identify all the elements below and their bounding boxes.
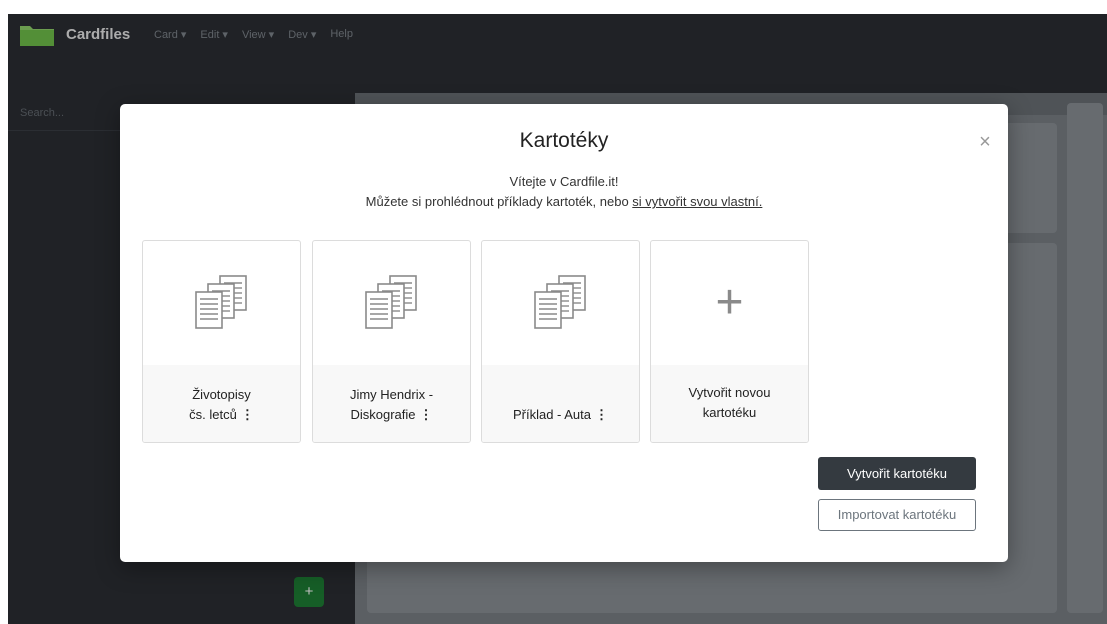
card-label-area: Příklad - Auta ⋮	[482, 365, 639, 442]
cardfiles-modal: Kartotéky × Vítejte v Cardfile.it! Můžet…	[120, 104, 1008, 562]
kebab-menu-icon[interactable]: ⋮	[241, 407, 254, 422]
card-label-area: Životopisy čs. letců ⋮	[143, 365, 300, 442]
modal-title: Kartotéky	[519, 129, 609, 152]
cardfile-card-zivotopisy[interactable]: Životopisy čs. letců ⋮	[142, 240, 301, 443]
card-title: Vytvořit novou	[688, 385, 771, 400]
create-cardfile-button[interactable]: Vytvořit kartotéku	[818, 457, 976, 490]
cardfile-card-auta[interactable]: Příklad - Auta ⋮	[481, 240, 640, 443]
import-cardfile-button[interactable]: Importovat kartotéku	[818, 499, 976, 531]
welcome-text: Vítejte v Cardfile.it! Můžete si prohléd…	[120, 172, 1008, 212]
welcome-line-1: Vítejte v Cardfile.it!	[509, 174, 619, 189]
document-stack-icon	[364, 275, 417, 329]
document-stack-icon	[194, 275, 247, 329]
card-icon-area	[313, 241, 470, 365]
document-stack-icon	[533, 275, 586, 329]
card-title-line: Příklad - Auta ⋮	[482, 405, 639, 425]
create-cardfile-card[interactable]: + Vytvořit novou kartotéku	[650, 240, 809, 443]
plus-icon: +	[715, 276, 744, 329]
card-title-text: čs. letců	[189, 407, 237, 422]
welcome-line-2: Můžete si prohlédnout příklady kartoték,…	[120, 192, 1008, 212]
cardfile-card-hendrix[interactable]: Jimy Hendrix - Diskografie ⋮	[312, 240, 471, 443]
card-title: Jimy Hendrix -	[349, 387, 434, 402]
card-label-area: Jimy Hendrix - Diskografie ⋮	[313, 365, 470, 442]
card-title-line-2: kartotéku	[702, 405, 757, 420]
card-title: Životopisy	[192, 387, 251, 402]
card-icon-area	[143, 241, 300, 365]
card-title-line-2: čs. letců ⋮	[143, 405, 300, 425]
card-icon-area	[482, 241, 639, 365]
card-icon-area: +	[651, 241, 808, 365]
card-label-area: Vytvořit novou kartotéku	[651, 365, 808, 442]
create-own-link[interactable]: si vytvořit svou vlastní.	[632, 194, 762, 209]
close-icon[interactable]: ×	[975, 132, 995, 152]
card-title-text: Diskografie	[350, 407, 416, 422]
kebab-menu-icon[interactable]: ⋮	[595, 407, 608, 422]
kebab-menu-icon[interactable]: ⋮	[420, 407, 433, 422]
card-title-line-2: Diskografie ⋮	[313, 405, 470, 425]
welcome-line-2-text: Můžete si prohlédnout příklady kartoték,…	[365, 194, 633, 209]
card-title: Příklad - Auta	[512, 407, 592, 422]
